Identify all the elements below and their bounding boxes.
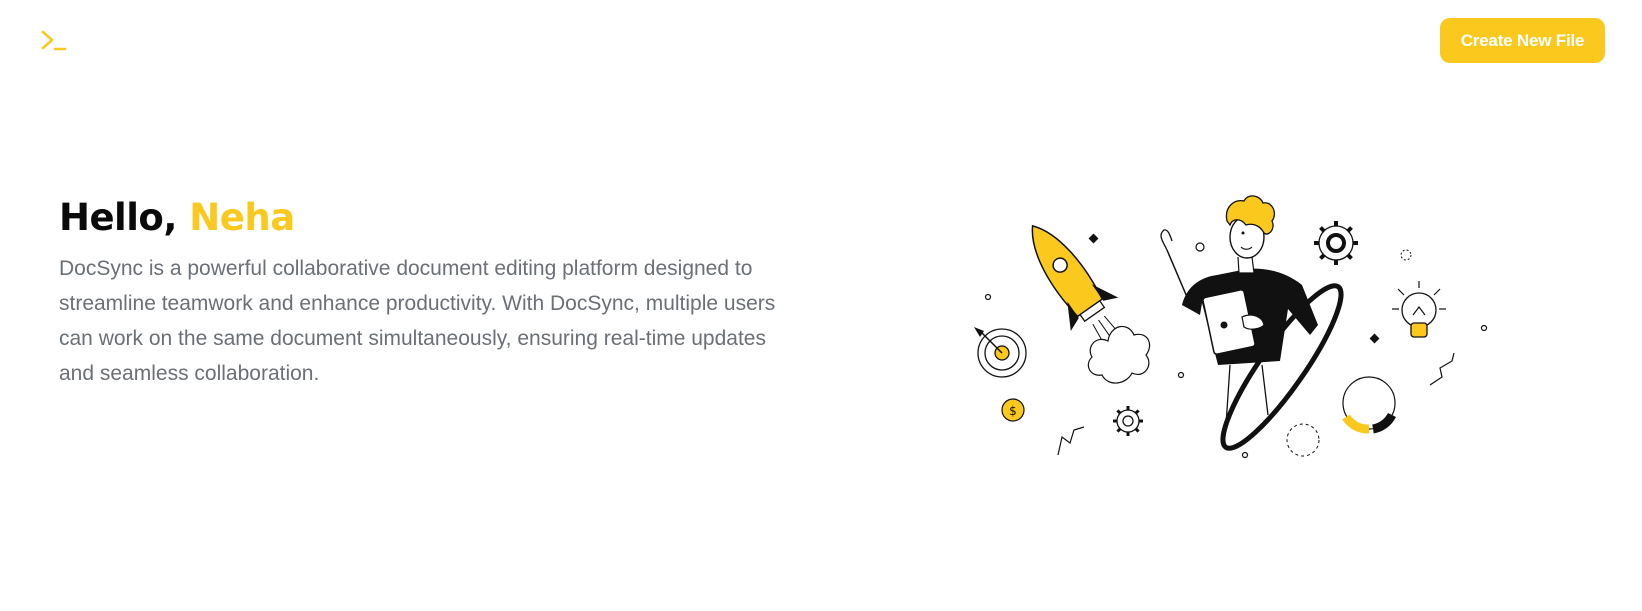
- greeting-heading: Hello, Neha: [59, 195, 799, 241]
- person-launching-rocket-illustration: $: [974, 195, 1488, 459]
- home-page: Create New File Hello, Neha DocSync is a…: [0, 0, 1642, 611]
- greeting-prefix: Hello,: [59, 196, 190, 239]
- hero-section: Hello, Neha DocSync is a powerful collab…: [59, 195, 799, 391]
- terminal-prompt-icon[interactable]: [40, 28, 68, 54]
- create-new-file-button[interactable]: Create New File: [1440, 18, 1605, 63]
- product-description: DocSync is a powerful collaborative docu…: [59, 257, 776, 385]
- svg-text:$: $: [1009, 404, 1017, 418]
- user-name: Neha: [189, 196, 295, 239]
